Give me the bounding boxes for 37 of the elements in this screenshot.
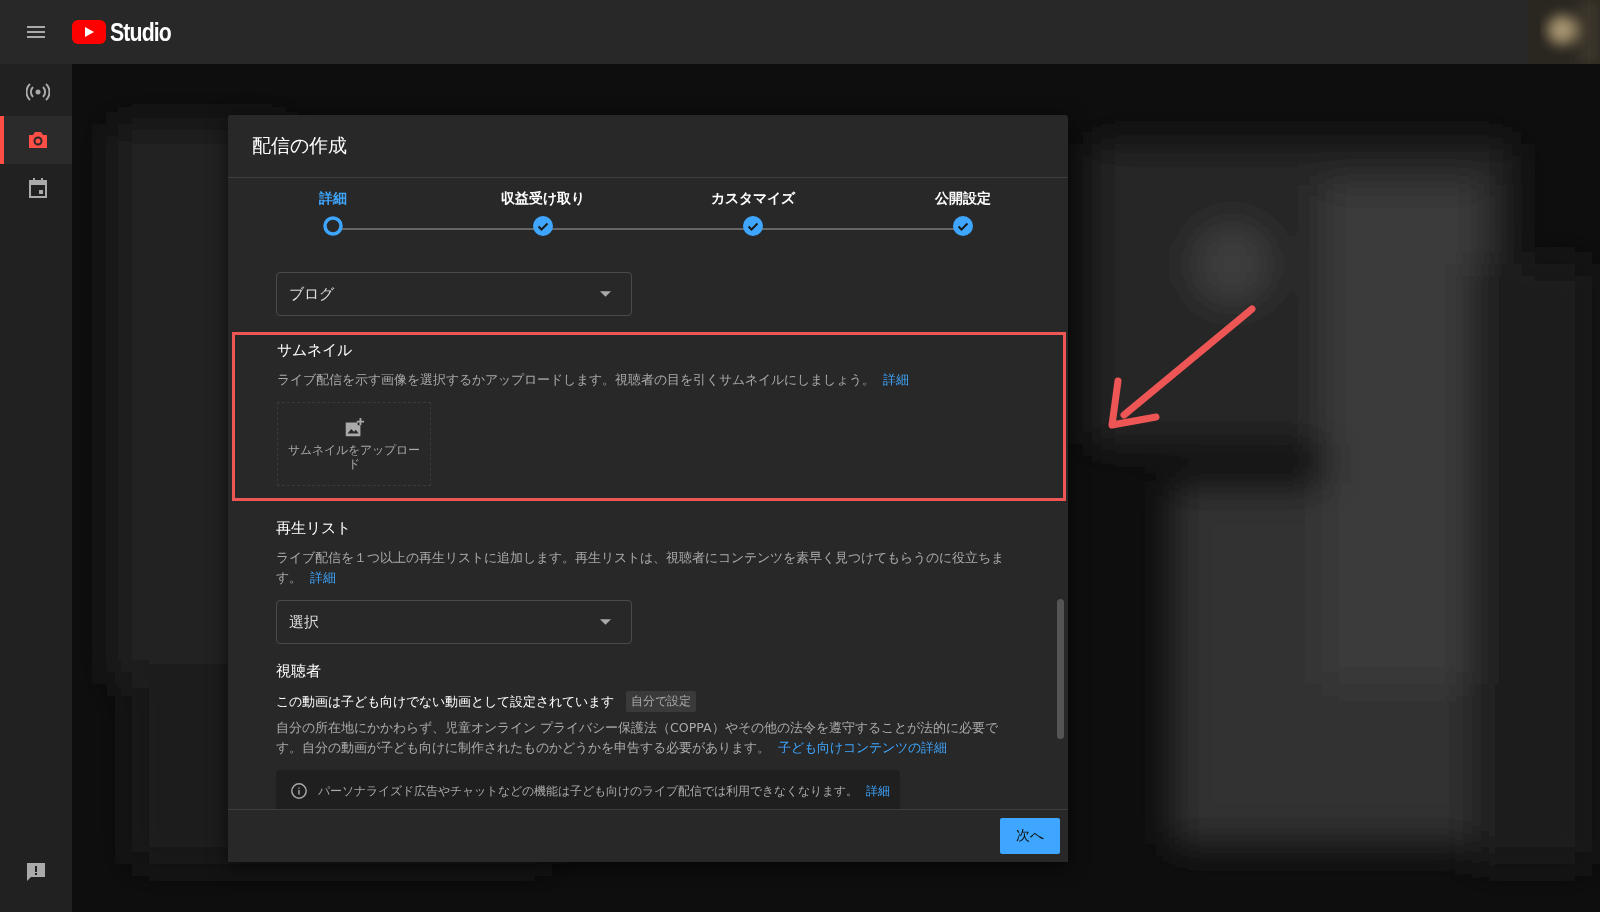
description-text: 自分の所在地にかかわらず、児童オンライン プライバシー保護法（COPPA）やその他の法令を遵守することが法的に必要です。自分の動画が子ども向けに制作されたものかどうかを申告する必要があります。 子ども向けコンテンツの詳細 xyxy=(276,719,999,757)
section-heading: サムネイル xyxy=(277,341,353,360)
dialog-title: 配信の作成 xyxy=(252,133,347,158)
logo-text[interactable]: Studio xyxy=(110,17,171,47)
audience-statement: この動画は子ども向けでない動画として設定されています xyxy=(276,692,614,711)
description-text: ライブ配信を１つ以上の再生リストに追加します。再生リストは、視聴者にコンテンツを素早く見つけてもらうのに役立ちます。 詳細 xyxy=(276,549,1005,587)
add-image-icon xyxy=(343,417,365,439)
details-link[interactable]: 詳細 xyxy=(310,570,336,585)
broadcast-icon xyxy=(26,80,50,104)
playlist-dropdown[interactable]: 選択 xyxy=(276,600,632,644)
dropdown-icon xyxy=(600,291,611,297)
details-link[interactable]: 詳細 xyxy=(866,783,890,798)
notice-text: パーソナライズド広告やチャットなどの機能は子ども向けのライブ配信では利用できなくなります。 詳細 xyxy=(318,782,890,800)
section-heading: 再生リスト xyxy=(276,519,352,538)
check-icon xyxy=(533,216,553,236)
upload-thumbnail-button[interactable]: サムネイルをアップロード xyxy=(277,402,431,486)
description-text: ライブ配信を示す画像を選択するかアップロードします。視聴者の目を引くサムネイルにしましょう。 詳細 xyxy=(277,371,910,389)
next-button[interactable]: 次へ xyxy=(1000,818,1060,854)
play-logo-icon xyxy=(72,20,106,44)
status-badge: 自分で設定 xyxy=(626,691,696,712)
scrollbar[interactable] xyxy=(1057,599,1064,739)
category-dropdown[interactable]: ブログ xyxy=(276,272,632,316)
section-heading: 視聴者 xyxy=(276,662,322,681)
details-link[interactable]: 子ども向けコンテンツの詳細 xyxy=(778,740,947,755)
feedback-icon[interactable] xyxy=(24,860,48,884)
calendar-icon xyxy=(26,176,50,200)
check-icon xyxy=(743,216,763,236)
sidebar-item[interactable] xyxy=(0,116,72,164)
step-tab[interactable]: 詳細 xyxy=(228,178,438,254)
step-tab[interactable]: 公開設定 xyxy=(858,178,1068,254)
step-tab[interactable]: 収益受け取り xyxy=(438,178,648,254)
step-tab[interactable]: カスタマイズ xyxy=(648,178,858,254)
current-step-icon xyxy=(323,216,343,236)
check-icon xyxy=(953,216,973,236)
info-icon xyxy=(290,782,308,800)
details-link[interactable]: 詳細 xyxy=(883,372,909,387)
dropdown-icon xyxy=(600,619,611,625)
